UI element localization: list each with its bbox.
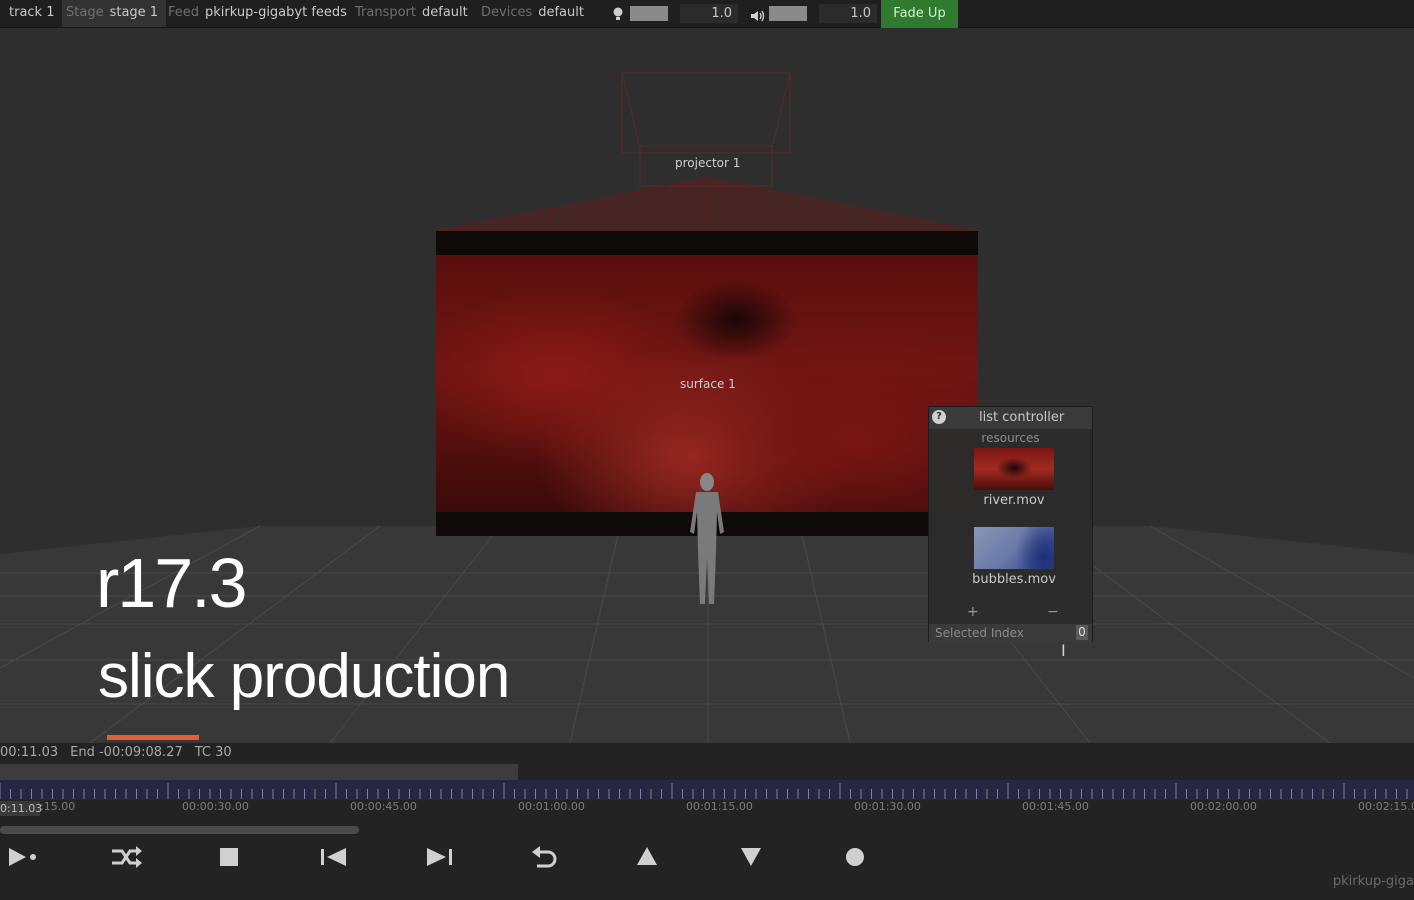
previous-button[interactable] (316, 839, 352, 875)
transport-label: Transport (355, 5, 417, 20)
time-labels: :15.00 00:00:30.00 00:00:45.00 00:01:00.00 0… (0, 800, 1414, 816)
stop-button[interactable] (212, 839, 248, 875)
transport-selector[interactable]: Transport default (355, 0, 468, 27)
time-label: 00:01:30.00 (854, 800, 921, 813)
tagline-title: slick production (98, 642, 510, 711)
current-time: 00:11.03 (0, 745, 59, 760)
up-button[interactable] (629, 839, 665, 875)
time-label: 00:01:45.00 (1022, 800, 1089, 813)
ruler-ticks (0, 783, 1408, 799)
time-label: 00:00:45.00 (350, 800, 417, 813)
person-silhouette-icon (690, 473, 724, 604)
list-controller-panel: ? list controller resources river.mov bu… (928, 406, 1093, 642)
stage-viewport[interactable]: projector 1 surface 1 (0, 28, 1414, 743)
time-label: 00:00:30.00 (182, 800, 249, 813)
transport-value: default (422, 5, 468, 20)
down-icon (741, 848, 761, 866)
track-selector[interactable]: track 1 (9, 0, 55, 27)
time-label: 00:01:15.00 (686, 800, 753, 813)
brightness-value-field[interactable]: 1.0 (680, 4, 738, 23)
loop-button[interactable] (108, 839, 144, 875)
timeline-track[interactable] (0, 764, 518, 780)
accent-underline (107, 735, 199, 740)
resource-name-river: river.mov (983, 493, 1045, 508)
time-label: 00:02:15.0 (1358, 800, 1414, 813)
play-icon (9, 848, 36, 866)
selected-index-row: Selected Index 0 (929, 624, 1092, 642)
selected-index-label: Selected Index (935, 626, 1024, 640)
devices-label: Devices (481, 5, 533, 20)
undo-button[interactable] (526, 839, 562, 875)
next-icon (427, 848, 452, 866)
top-toolbar: track 1 Stage stage 1 Feed pkirkup-gigabyt… (0, 0, 1414, 28)
feed-value: pkirkup-gigabyt feeds (205, 5, 347, 20)
timeline-scrollbar[interactable] (0, 826, 359, 834)
selected-index-field[interactable]: 0 (1076, 625, 1088, 640)
devices-selector[interactable]: Devices default (481, 0, 584, 27)
playhead-time[interactable]: 0:11.03 (0, 801, 42, 816)
add-resource-button[interactable]: + (967, 604, 979, 620)
next-button[interactable] (422, 839, 458, 875)
previous-icon (321, 848, 346, 866)
up-icon (637, 847, 657, 865)
undo-icon (532, 846, 557, 868)
time-label: 00:01:00.00 (518, 800, 585, 813)
timeline-info: 00:11.03 End -00:09:08.27 TC 30 (0, 745, 244, 760)
fade-up-button[interactable]: Fade Up (881, 0, 958, 28)
text-cursor-icon: I (1061, 641, 1066, 660)
remove-resource-button[interactable]: − (1047, 604, 1059, 620)
resource-name-bubbles: bubbles.mov (972, 572, 1056, 587)
project-name: pkirkup-giga (1332, 874, 1414, 889)
resource-thumbnail-bubbles[interactable] (974, 527, 1054, 569)
play-button[interactable] (6, 839, 42, 875)
stage-label: Stage (66, 5, 104, 20)
timecode-rate: TC 30 (194, 745, 232, 760)
surface-label: surface 1 (680, 377, 736, 391)
feed-selector[interactable]: Feed pkirkup-gigabyt feeds (168, 0, 347, 27)
record-icon (846, 848, 864, 866)
record-button[interactable] (837, 839, 873, 875)
devices-value: default (538, 5, 584, 20)
projector-label[interactable]: projector 1 (675, 156, 740, 170)
time-label: 00:02:00.00 (1190, 800, 1257, 813)
track-value: track 1 (9, 5, 55, 20)
help-icon[interactable]: ? (932, 410, 946, 424)
brightness-slider[interactable] (630, 6, 668, 21)
transport-controls (0, 839, 1000, 875)
stage-selector[interactable]: Stage stage 1 (62, 0, 167, 27)
end-time: End -00:09:08.27 (70, 745, 183, 760)
stage-value: stage 1 (109, 5, 159, 20)
resource-thumbnail-river[interactable] (974, 448, 1054, 490)
panel-subtitle: resources (981, 431, 1040, 445)
feed-label: Feed (168, 5, 200, 20)
down-button[interactable] (733, 839, 769, 875)
volume-slider[interactable] (769, 6, 807, 21)
time-label: :15.00 (40, 800, 76, 813)
version-title: r17.3 (96, 544, 248, 622)
panel-title: list controller (979, 410, 1065, 425)
panel-header: ? list controller (929, 407, 1092, 429)
stop-icon (220, 848, 238, 866)
timeline-panel: 00:11.03 End -00:09:08.27 TC 30 :15.00 00:0… (0, 743, 1414, 900)
loop-icon (112, 846, 142, 868)
volume-value-field[interactable]: 1.0 (819, 4, 877, 23)
